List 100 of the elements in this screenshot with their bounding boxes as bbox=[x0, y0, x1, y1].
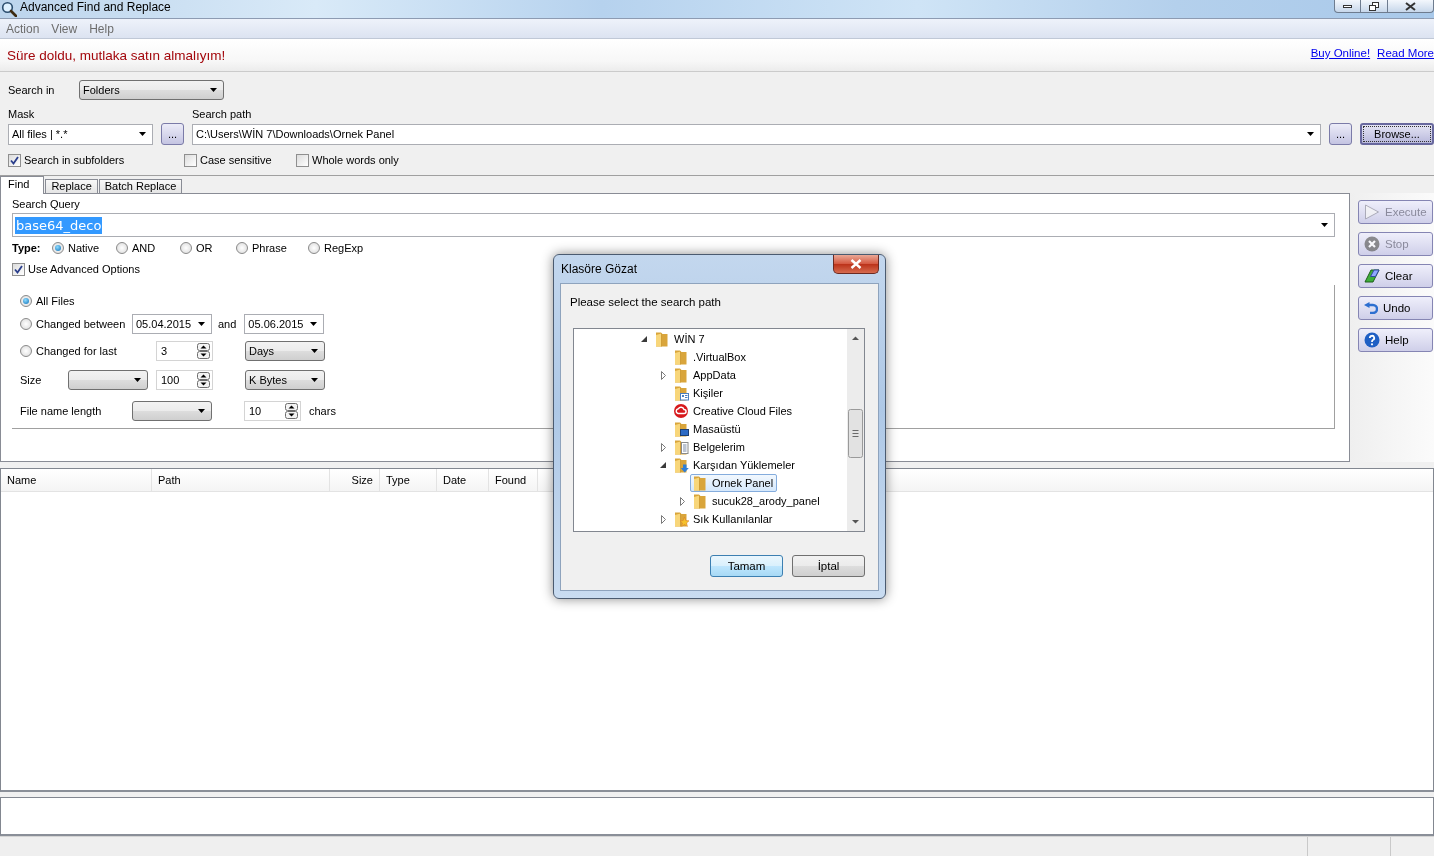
checkbox[interactable] bbox=[296, 153, 309, 167]
radio-button[interactable] bbox=[180, 242, 192, 254]
dropdown-field[interactable]: Days bbox=[245, 341, 325, 361]
action-button[interactable]: Clear bbox=[1358, 264, 1433, 288]
close-button[interactable] bbox=[1388, 0, 1434, 13]
radio-label[interactable]: OR bbox=[196, 242, 213, 254]
tree-item[interactable]: Belgelerim bbox=[671, 438, 749, 456]
tree-item[interactable]: WİN 7 bbox=[652, 330, 709, 348]
radio-button[interactable] bbox=[20, 295, 32, 307]
dialog-button[interactable]: Tamam bbox=[710, 555, 783, 577]
column-header[interactable]: Found bbox=[489, 469, 538, 491]
radio-label[interactable]: All Files bbox=[36, 295, 75, 307]
tree-item[interactable]: Masaüstü bbox=[671, 420, 745, 438]
dropdown-field[interactable] bbox=[68, 370, 148, 390]
radio-label[interactable]: Native bbox=[68, 242, 100, 254]
dropdown-field[interactable] bbox=[132, 401, 212, 421]
dropdown-arrow-icon[interactable] bbox=[311, 378, 318, 382]
spinner-icon[interactable] bbox=[197, 343, 210, 359]
date-field[interactable]: 05.04.2015 bbox=[132, 314, 212, 334]
radio-label[interactable]: Phrase bbox=[252, 242, 287, 254]
tree-item[interactable]: .VirtualBox bbox=[671, 348, 750, 366]
dialog-button[interactable]: İptal bbox=[792, 555, 865, 577]
tree-item[interactable]: Karşıdan Yüklemeler bbox=[671, 456, 799, 474]
action-button[interactable]: Undo bbox=[1358, 296, 1433, 320]
radio-button[interactable] bbox=[308, 242, 320, 254]
help-icon[interactable] bbox=[1364, 332, 1380, 348]
menu-item[interactable]: Action bbox=[0, 21, 46, 36]
tab[interactable]: Batch Replace bbox=[98, 179, 183, 193]
radio-label[interactable]: RegExp bbox=[324, 242, 364, 254]
close-icon[interactable] bbox=[1405, 1, 1416, 11]
collapse-arrow-icon[interactable] bbox=[660, 462, 666, 468]
tree-item[interactable]: Creative Cloud Files bbox=[671, 402, 797, 420]
column-header[interactable]: Size bbox=[330, 469, 380, 491]
undo-icon[interactable] bbox=[1364, 302, 1378, 314]
checkbox[interactable] bbox=[184, 153, 197, 167]
tree-item[interactable]: sucuk28_arody_panel bbox=[690, 492, 824, 510]
vertical-scrollbar[interactable] bbox=[847, 329, 864, 531]
spin-field[interactable]: 10 bbox=[244, 401, 301, 421]
radio-button[interactable] bbox=[20, 318, 32, 330]
collapse-arrow-icon[interactable] bbox=[641, 336, 647, 342]
dropdown-arrow-icon[interactable] bbox=[1307, 132, 1314, 136]
radio-button[interactable] bbox=[116, 242, 128, 254]
date-field[interactable]: 05.06.2015 bbox=[244, 314, 325, 334]
spinner-icon[interactable] bbox=[197, 372, 210, 388]
checkbox-label[interactable]: Use Advanced Options bbox=[28, 263, 140, 275]
checkbox-label[interactable]: Search in subfolders bbox=[24, 154, 125, 166]
tab[interactable]: Find bbox=[0, 176, 45, 194]
expand-arrow-icon[interactable] bbox=[660, 514, 666, 524]
path-field[interactable]: C:\Users\WİN 7\Downloads\Ornek Panel bbox=[192, 123, 1321, 145]
eraser-icon[interactable] bbox=[1364, 269, 1380, 283]
radio-label[interactable]: Changed between bbox=[36, 318, 126, 330]
link[interactable]: Read More bbox=[1377, 47, 1434, 59]
dropdown-arrow-icon[interactable] bbox=[198, 409, 205, 413]
expand-arrow-icon[interactable] bbox=[679, 496, 685, 506]
column-header[interactable]: Date bbox=[437, 469, 489, 491]
dropdown-arrow-icon[interactable] bbox=[134, 378, 141, 382]
restore-button[interactable] bbox=[1361, 0, 1388, 13]
radio-label[interactable]: Changed for last bbox=[36, 345, 117, 357]
column-header[interactable]: Name bbox=[1, 469, 152, 491]
checkbox[interactable] bbox=[8, 153, 21, 167]
spin-field[interactable]: 100 bbox=[156, 370, 213, 390]
minimize-button[interactable] bbox=[1334, 0, 1361, 13]
contact-card-folder-icon bbox=[673, 385, 689, 401]
radio-button[interactable] bbox=[52, 242, 64, 254]
radio-button[interactable] bbox=[20, 345, 32, 357]
tree-item[interactable]: Sık Kullanılanlar bbox=[671, 510, 777, 528]
action-button[interactable]: Help bbox=[1358, 328, 1433, 352]
dropdown-arrow-icon[interactable] bbox=[310, 322, 318, 326]
checkbox[interactable] bbox=[12, 262, 25, 276]
spin-field[interactable]: 3 bbox=[156, 341, 213, 361]
tree-item[interactable]: Kişiler bbox=[671, 384, 727, 402]
spinner-icon[interactable] bbox=[285, 403, 298, 419]
mask-field[interactable]: All files | *.* bbox=[8, 123, 153, 145]
close-button[interactable] bbox=[833, 255, 879, 274]
link[interactable]: Buy Online! bbox=[1310, 47, 1371, 59]
tree-item[interactable]: AppData bbox=[671, 366, 740, 384]
dropdown-arrow-icon[interactable] bbox=[210, 88, 217, 92]
dropdown-arrow-icon[interactable] bbox=[139, 132, 146, 136]
browse-dots-button[interactable]: ... bbox=[1329, 123, 1352, 145]
restore-icon[interactable] bbox=[1369, 1, 1379, 11]
expand-arrow-icon[interactable] bbox=[660, 370, 666, 380]
column-header[interactable]: Path bbox=[152, 469, 330, 491]
menu-item[interactable]: View bbox=[45, 21, 84, 36]
menu-item[interactable]: Help bbox=[83, 21, 120, 36]
browse-button[interactable]: Browse... bbox=[1360, 123, 1434, 145]
browse-dots-button[interactable]: ... bbox=[161, 123, 184, 145]
minimize-icon[interactable] bbox=[1343, 4, 1352, 8]
radio-button[interactable] bbox=[236, 242, 248, 254]
expand-arrow-icon[interactable] bbox=[660, 442, 666, 452]
column-header[interactable]: Type bbox=[380, 469, 437, 491]
dropdown-arrow-icon[interactable] bbox=[1321, 223, 1328, 227]
dropdown-arrow-icon[interactable] bbox=[198, 322, 205, 326]
checkbox-label[interactable]: Case sensitive bbox=[200, 154, 272, 166]
dropdown-field[interactable]: Folders bbox=[79, 80, 224, 100]
tab[interactable]: Replace bbox=[45, 179, 98, 193]
dropdown-arrow-icon[interactable] bbox=[311, 349, 318, 353]
radio-label[interactable]: AND bbox=[132, 242, 156, 254]
tree-item[interactable]: Ornek Panel bbox=[690, 474, 778, 492]
dropdown-field[interactable]: K Bytes bbox=[245, 370, 325, 390]
checkbox-label[interactable]: Whole words only bbox=[312, 154, 399, 166]
